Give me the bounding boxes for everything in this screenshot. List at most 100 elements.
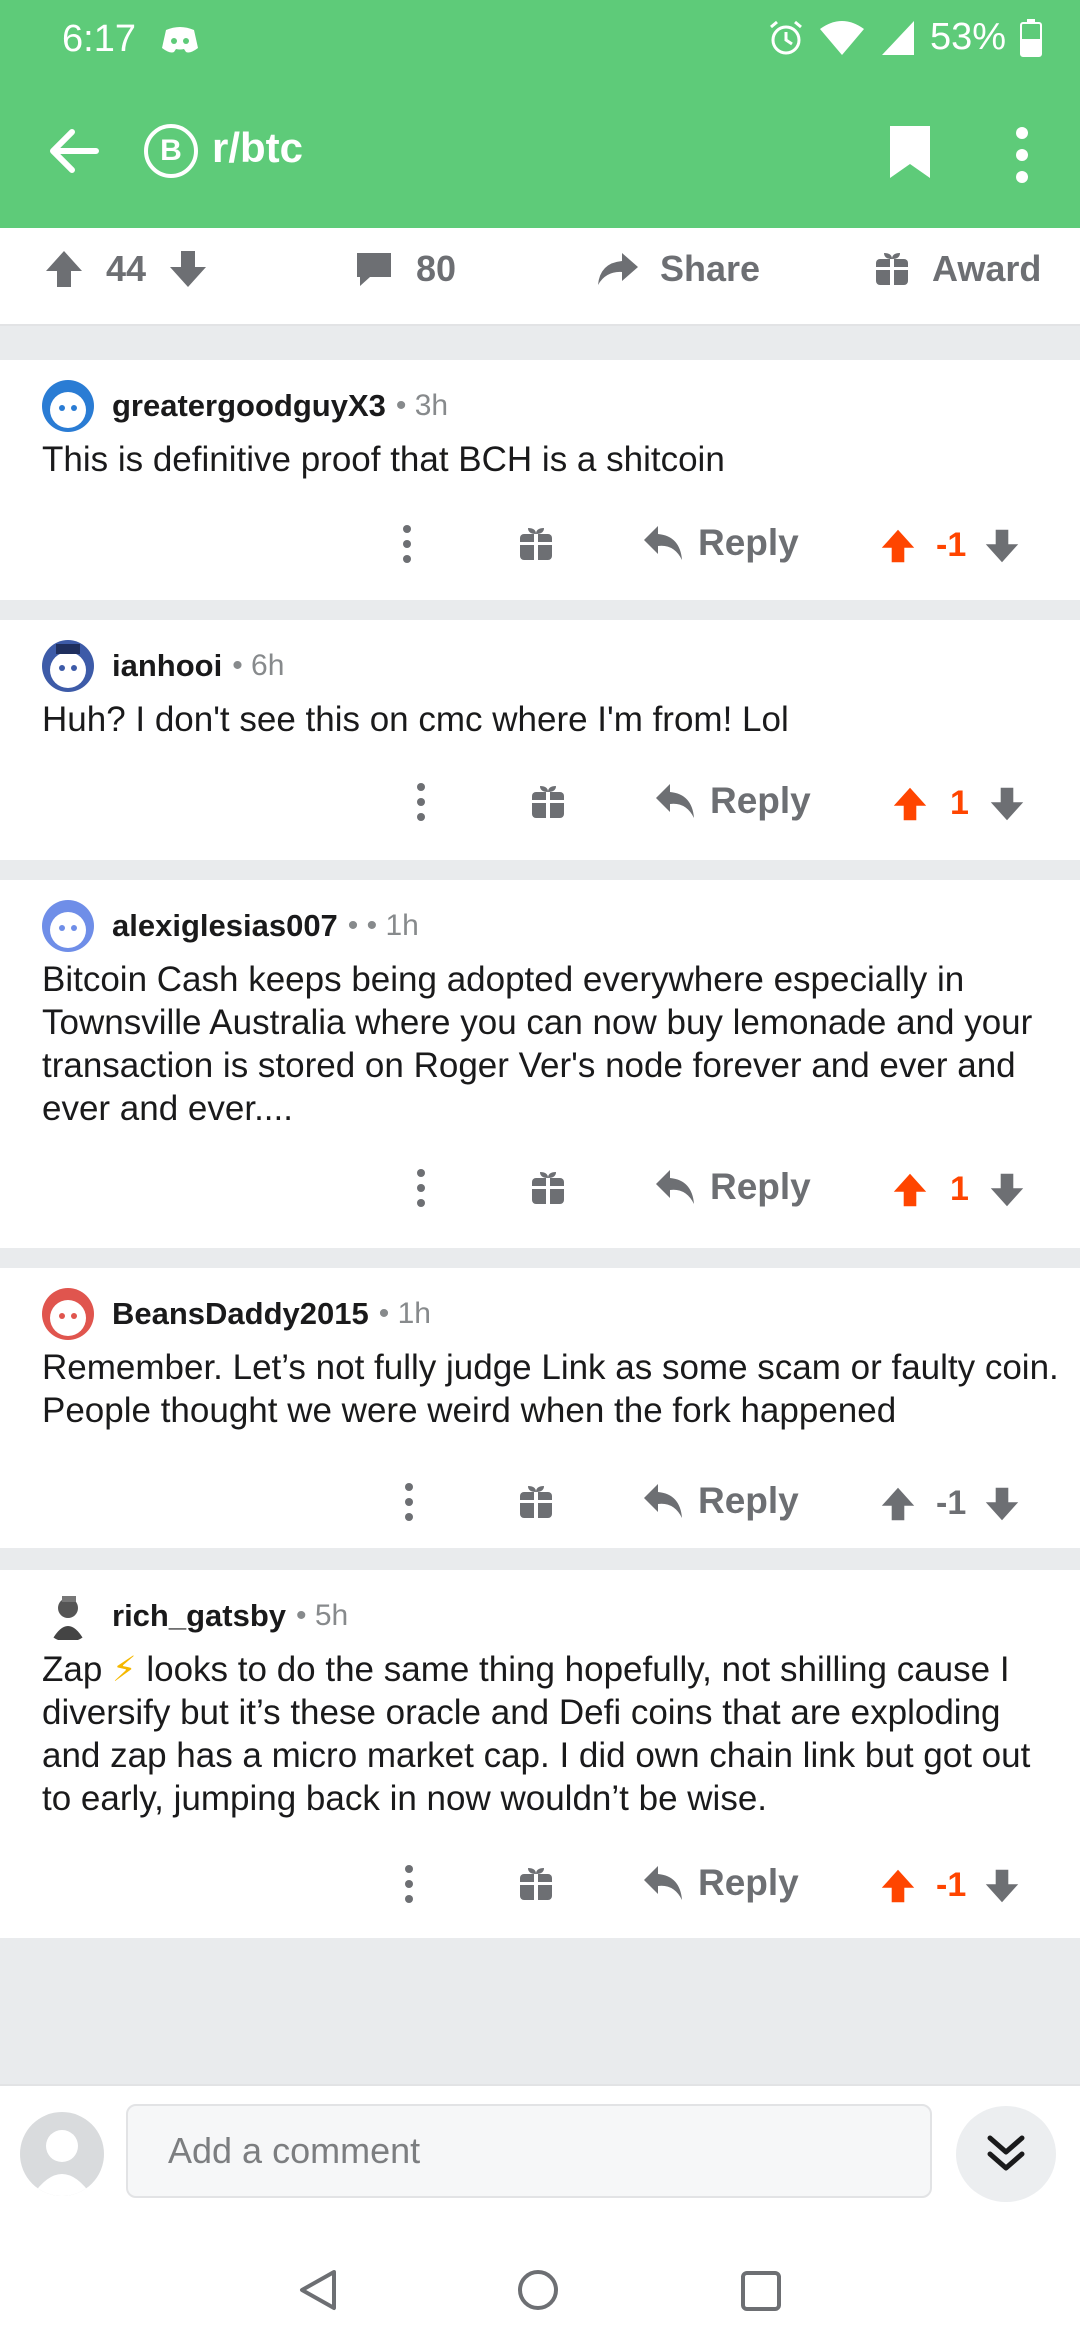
- share-button[interactable]: Share: [596, 248, 760, 290]
- downvote-icon[interactable]: [168, 249, 208, 289]
- downvote-icon[interactable]: [989, 1172, 1025, 1208]
- gift-icon[interactable]: [518, 1484, 554, 1520]
- avatar[interactable]: [42, 1288, 94, 1340]
- post-action-bar: 44 80 Share Award: [0, 228, 1080, 326]
- alarm-icon: [769, 20, 802, 54]
- wifi-icon: [819, 20, 864, 55]
- subreddit-name[interactable]: r/btc: [212, 124, 303, 172]
- gift-icon: [876, 253, 908, 285]
- gift-icon[interactable]: [530, 1170, 566, 1206]
- reply-label: Reply: [698, 1862, 799, 1903]
- comment-username[interactable]: greatergoodguyX3: [112, 388, 386, 424]
- comment-username[interactable]: rich_gatsby: [112, 1598, 286, 1634]
- comment-header: BeansDaddy2015 • 1h: [42, 1288, 431, 1340]
- upvote-icon[interactable]: [892, 786, 928, 822]
- comment-username[interactable]: alexiglesias007: [112, 908, 338, 944]
- reply-icon: [656, 1170, 694, 1204]
- user-avatar[interactable]: [20, 2112, 104, 2196]
- gift-icon[interactable]: [530, 784, 566, 820]
- upvote-icon[interactable]: [880, 1486, 916, 1522]
- comment-meta: • • 1h: [347, 909, 419, 942]
- comment-card: alexiglesias007 • • 1h Bitcoin Cash keep…: [0, 880, 1080, 1248]
- status-bar: 6:17 53%: [0, 0, 1080, 80]
- comment-body: Bitcoin Cash keeps being adopted everywh…: [42, 960, 1033, 1128]
- double-chevron-down-icon: [987, 2135, 1025, 2171]
- recents-square-icon[interactable]: [740, 2270, 782, 2312]
- back-triangle-icon[interactable]: [298, 2268, 338, 2312]
- comment-username[interactable]: ianhooi: [112, 648, 222, 684]
- home-circle-icon[interactable]: [516, 2268, 560, 2312]
- upvote-icon[interactable]: [892, 1172, 928, 1208]
- reply-button[interactable]: Reply: [642, 1862, 799, 1904]
- comment-meta: • 1h: [378, 1297, 431, 1330]
- comment-actions: Reply -1: [0, 518, 1080, 578]
- reply-button[interactable]: Reply: [642, 1480, 799, 1522]
- vote-group: -1: [880, 1866, 1020, 1905]
- comment-score: 1: [950, 784, 969, 822]
- comment-body-text: Zap: [42, 1650, 113, 1689]
- upvote-icon[interactable]: [44, 249, 84, 289]
- downvote-icon[interactable]: [984, 1486, 1020, 1522]
- gift-icon[interactable]: [518, 1866, 554, 1902]
- lightning-emoji: ⚡: [112, 1650, 137, 1689]
- comment-actions: Reply 1: [0, 776, 1080, 836]
- share-icon: [598, 253, 638, 285]
- reply-button[interactable]: Reply: [654, 780, 811, 822]
- comment-composer: Add a comment: [0, 2084, 1080, 2222]
- comment-input[interactable]: Add a comment: [126, 2104, 932, 2198]
- avatar[interactable]: [42, 900, 94, 952]
- comment-body: Zap ⚡ looks to do the same thing hopeful…: [42, 1648, 1062, 1820]
- more-options-icon[interactable]: [416, 782, 426, 822]
- comment-meta: • 5h: [296, 1599, 349, 1632]
- back-arrow-icon[interactable]: [44, 122, 102, 180]
- avatar[interactable]: [42, 640, 94, 692]
- comment-icon: [357, 253, 391, 286]
- reply-icon: [644, 1866, 682, 1900]
- reply-button[interactable]: Reply: [642, 522, 799, 564]
- comments-button[interactable]: 80: [354, 248, 456, 290]
- more-options-icon[interactable]: [404, 1864, 414, 1904]
- discord-icon: [162, 27, 198, 53]
- bookmark-icon[interactable]: [888, 124, 932, 180]
- upvote-icon[interactable]: [880, 528, 916, 564]
- comment-score: 1: [950, 1170, 969, 1208]
- reply-label: Reply: [710, 1166, 811, 1207]
- comment-header: greatergoodguyX3 • 3h: [42, 380, 448, 432]
- more-options-icon[interactable]: [1014, 126, 1030, 184]
- comment-actions: Reply -1: [0, 1858, 1080, 1918]
- avatar[interactable]: [42, 1590, 94, 1642]
- comment-body: Remember. Let’s not fully judge Link as …: [42, 1348, 1059, 1430]
- upvote-icon[interactable]: [880, 1868, 916, 1904]
- more-options-icon[interactable]: [416, 1168, 426, 1208]
- more-options-icon[interactable]: [402, 524, 412, 564]
- expand-button[interactable]: [956, 2106, 1056, 2202]
- comment-card: BeansDaddy2015 • 1h Remember. Let’s not …: [0, 1268, 1080, 1548]
- subreddit-icon[interactable]: B: [144, 124, 198, 178]
- reply-label: Reply: [710, 780, 811, 821]
- comment-body-text: looks to do the same thing hopefully, no…: [42, 1650, 1031, 1818]
- reply-button[interactable]: Reply: [654, 1166, 811, 1208]
- comment-score: -1: [936, 1484, 967, 1522]
- system-navigation-bar: [0, 2220, 1080, 2340]
- comment-header: rich_gatsby • 5h: [42, 1590, 348, 1642]
- reply-icon: [644, 526, 682, 560]
- vote-group: 1: [892, 784, 1025, 823]
- reply-label: Reply: [698, 1480, 799, 1521]
- comment-body: This is definitive proof that BCH is a s…: [42, 440, 725, 479]
- reply-icon: [644, 1484, 682, 1518]
- comment-username[interactable]: BeansDaddy2015: [112, 1296, 369, 1332]
- vote-group: 1: [892, 1170, 1025, 1209]
- downvote-icon[interactable]: [984, 1868, 1020, 1904]
- vote-group: -1: [880, 526, 1020, 565]
- comment-actions: Reply 1: [0, 1162, 1080, 1222]
- post-score: 44: [106, 248, 147, 289]
- award-button[interactable]: Award: [874, 248, 1041, 290]
- avatar[interactable]: [42, 380, 94, 432]
- comment-score: -1: [936, 1866, 967, 1904]
- downvote-icon[interactable]: [984, 528, 1020, 564]
- downvote-icon[interactable]: [989, 786, 1025, 822]
- more-options-icon[interactable]: [404, 1482, 414, 1522]
- top-app-bar: 6:17 53% B r/btc: [0, 0, 1080, 228]
- comment-meta: • 6h: [232, 649, 285, 682]
- gift-icon[interactable]: [518, 526, 554, 562]
